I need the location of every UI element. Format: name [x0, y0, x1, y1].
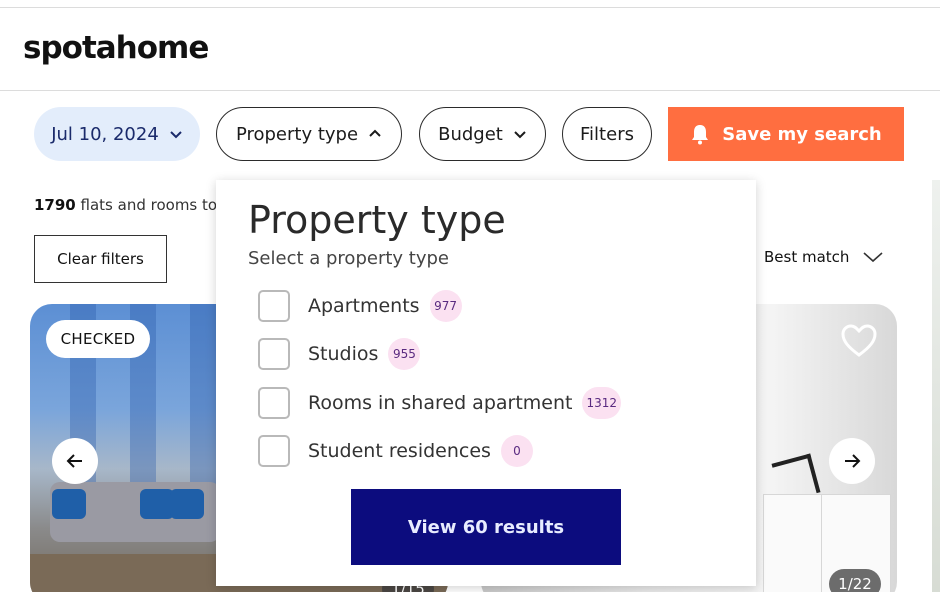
previous-photo-button[interactable] [52, 438, 98, 484]
view-results-button[interactable]: View 60 results [351, 489, 621, 565]
save-search-label: Save my search [722, 123, 882, 145]
count-badge: 1312 [582, 387, 622, 419]
budget-filter-button[interactable]: Budget [419, 107, 546, 161]
filter-bar: Jul 10, 2024 Property type Budget Filter… [0, 92, 940, 178]
heart-icon [841, 324, 877, 357]
filters-button[interactable]: Filters [562, 107, 652, 161]
count-badge: 955 [388, 338, 421, 370]
checkbox[interactable] [258, 435, 290, 467]
results-count-text: flats and rooms to [80, 196, 218, 214]
date-filter-button[interactable]: Jul 10, 2024 [34, 107, 200, 161]
option-label: Apartments [308, 295, 420, 317]
map-edge [932, 180, 940, 592]
budget-label: Budget [438, 123, 503, 145]
property-type-label: Property type [235, 123, 359, 145]
arrow-right-icon [845, 454, 861, 468]
sort-label: Best match [764, 248, 850, 266]
option-label: Studios [308, 343, 379, 365]
checked-badge: CHECKED [46, 320, 150, 358]
chevron-down-icon [170, 131, 182, 139]
chevron-up-icon [369, 129, 381, 137]
checkbox[interactable] [258, 338, 290, 370]
option-student-residences[interactable]: Student residences 0 [258, 434, 533, 468]
filters-label: Filters [580, 123, 634, 145]
results-count-number: 1790 [34, 196, 76, 214]
chevron-down-icon [514, 131, 526, 139]
checkbox[interactable] [258, 387, 290, 419]
chevron-down-icon [863, 252, 883, 263]
dropdown-subtitle: Select a property type [248, 248, 449, 269]
photo-counter: 1/22 [829, 569, 881, 592]
save-search-button[interactable]: Save my search [668, 107, 904, 161]
cushion [52, 489, 86, 519]
clear-filters-button[interactable]: Clear filters [34, 235, 167, 283]
option-label: Student residences [308, 440, 491, 462]
count-badge: 977 [429, 290, 462, 322]
property-type-dropdown: Property type Select a property type Apa… [216, 180, 756, 586]
option-label: Rooms in shared apartment [308, 392, 573, 414]
cushion [170, 489, 204, 519]
bell-icon [692, 125, 709, 145]
option-rooms-shared[interactable]: Rooms in shared apartment 1312 [258, 386, 622, 420]
checkbox[interactable] [258, 290, 290, 322]
next-photo-button[interactable] [829, 438, 875, 484]
site-header: spotahome [0, 8, 940, 91]
favorite-button[interactable] [840, 323, 878, 359]
results-count: 1790 flats and rooms to [34, 196, 217, 214]
dropdown-title: Property type [248, 198, 506, 242]
property-type-filter-button[interactable]: Property type [216, 107, 402, 161]
option-apartments[interactable]: Apartments 977 [258, 289, 462, 323]
sort-dropdown[interactable]: Best match [764, 248, 883, 266]
option-studios[interactable]: Studios 955 [258, 337, 421, 371]
date-filter-label: Jul 10, 2024 [51, 123, 159, 145]
cushion [140, 489, 174, 519]
logo[interactable]: spotahome [23, 30, 209, 66]
count-badge: 0 [500, 435, 533, 467]
arrow-left-icon [66, 454, 82, 468]
